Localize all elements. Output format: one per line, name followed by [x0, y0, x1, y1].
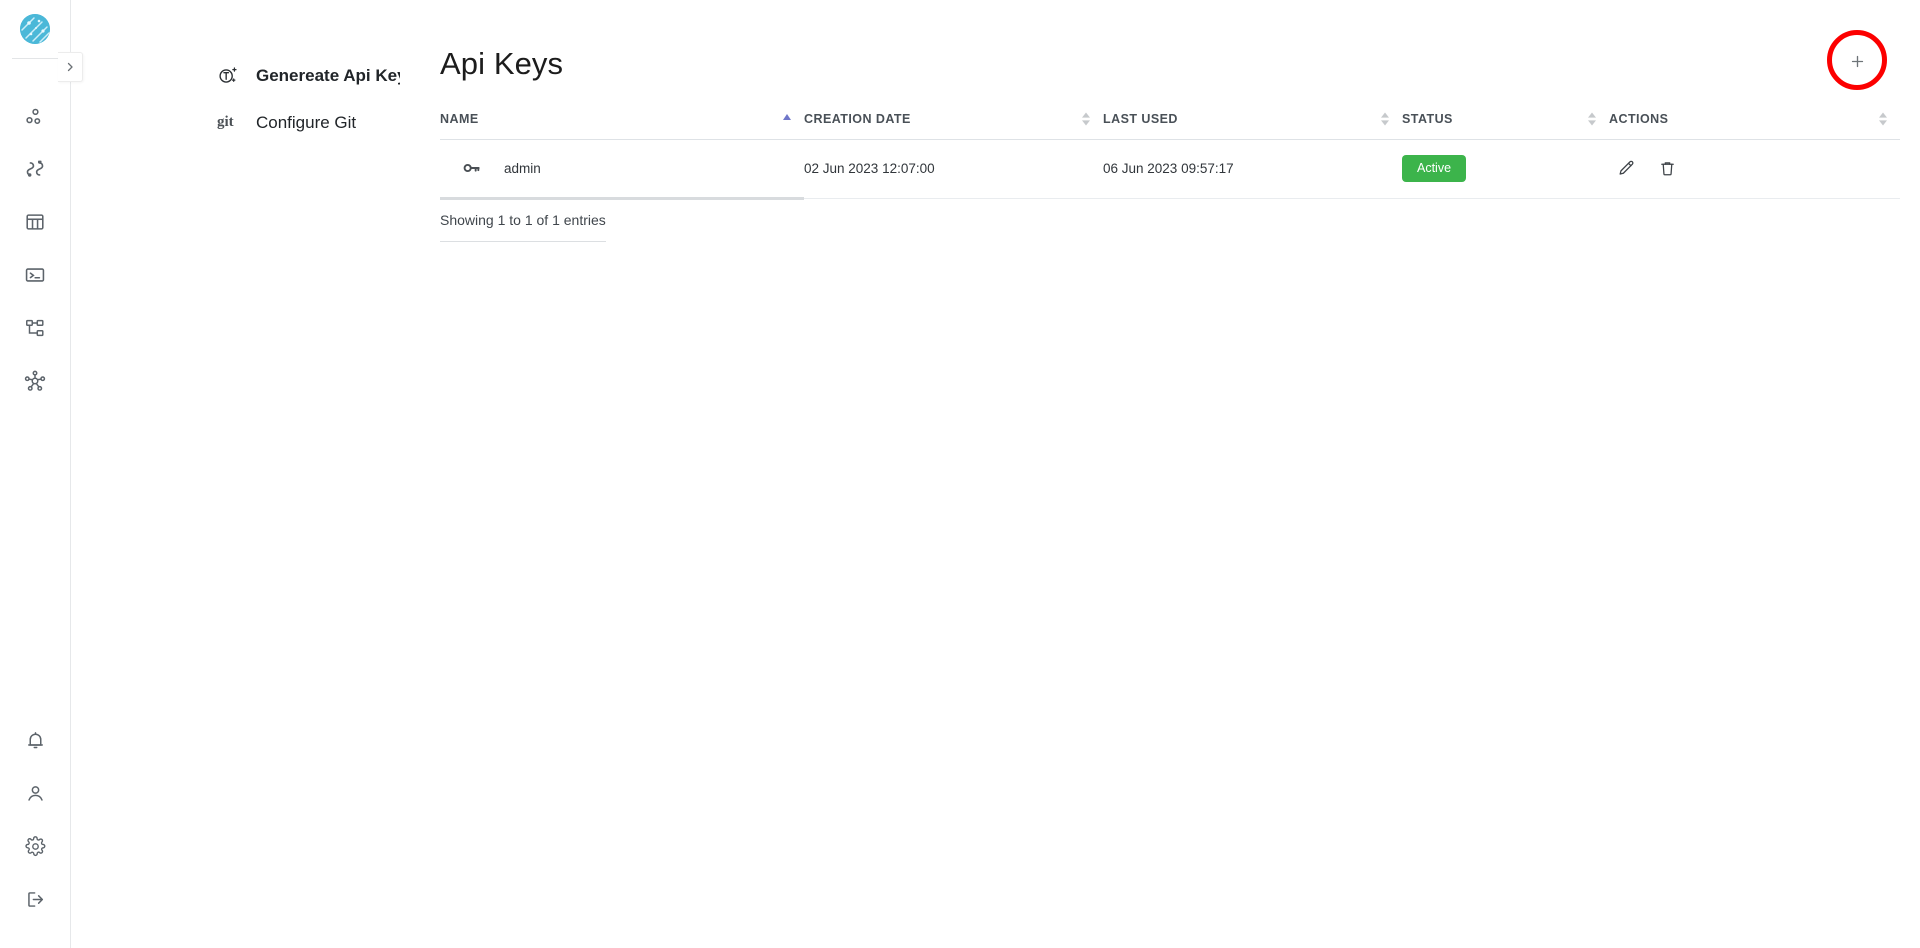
expand-sidebar-button[interactable]	[58, 52, 83, 82]
settings-icon[interactable]	[9, 820, 61, 873]
sort-indicator-none[interactable]	[1587, 112, 1597, 126]
pipelines-icon[interactable]	[9, 89, 61, 142]
column-label: Last Used	[1103, 112, 1178, 126]
table-header-row: Name Creation Date	[440, 112, 1900, 140]
icon-rail	[0, 0, 83, 948]
profile-icon[interactable]	[9, 767, 61, 820]
page-title: Api Keys	[440, 46, 564, 81]
column-header-last-used[interactable]: Last Used	[1103, 112, 1402, 140]
column-header-status[interactable]: Status	[1402, 112, 1609, 140]
column-header-name[interactable]: Name	[440, 112, 804, 140]
sidebar-item-label: Genereate Api Key	[256, 65, 407, 85]
status-badge: Active	[1402, 155, 1467, 182]
sidebar-item-configure-git[interactable]: git Configure Git	[71, 99, 400, 146]
add-api-key-button[interactable]	[1842, 46, 1872, 76]
key-icon	[462, 158, 482, 178]
rail-bottom-group	[9, 714, 61, 926]
api-keys-table: Name Creation Date	[440, 112, 1900, 200]
table-footer-info: Showing 1 to 1 of 1 entries	[440, 212, 606, 242]
api-keys-table-container: Name Creation Date	[440, 112, 1900, 242]
sort-indicator-none[interactable]	[1878, 112, 1888, 126]
column-label: Status	[1402, 112, 1453, 126]
generate-key-icon	[217, 65, 243, 87]
network-icon[interactable]	[9, 354, 61, 407]
column-header-actions[interactable]: Actions	[1609, 112, 1900, 140]
column-label: Name	[440, 112, 479, 126]
sitemap-icon[interactable]	[9, 301, 61, 354]
edit-icon[interactable]	[1617, 159, 1636, 178]
app-logo[interactable]	[0, 0, 70, 58]
circuit-globe-logo	[20, 14, 50, 44]
rail-top-group	[9, 89, 61, 407]
cell-creation-date: 02 Jun 2023 12:07:00	[804, 139, 1103, 199]
sidebar-item-label: Configure Git	[256, 112, 357, 132]
tables-icon[interactable]	[9, 195, 61, 248]
cell-last-used: 06 Jun 2023 09:57:17	[1103, 139, 1402, 199]
connections-icon[interactable]	[9, 142, 61, 195]
git-icon: git	[217, 114, 243, 131]
column-header-creation-date[interactable]: Creation Date	[804, 112, 1103, 140]
cell-name: admin	[440, 139, 804, 200]
delete-icon[interactable]	[1658, 159, 1677, 178]
api-key-name: admin	[504, 160, 541, 176]
column-label: Creation Date	[804, 112, 911, 126]
sidebar-item-generate-api-key[interactable]: Genereate Api Key	[71, 52, 407, 99]
table-body: admin 02 Jun 2023 12:07:00 06 Jun 2023 0…	[440, 139, 1900, 200]
git-icon-text: git	[217, 114, 234, 130]
table-row[interactable]: admin 02 Jun 2023 12:07:00 06 Jun 2023 0…	[440, 139, 1900, 200]
rail-divider	[12, 58, 58, 59]
sort-indicator-none[interactable]	[1081, 112, 1091, 126]
cell-actions	[1609, 139, 1900, 199]
cell-status: Active	[1402, 139, 1609, 199]
logout-icon[interactable]	[9, 873, 61, 926]
main-content: Api Keys Name	[400, 0, 1920, 948]
sort-indicator-asc[interactable]	[782, 112, 792, 126]
table-header: Name Creation Date	[440, 112, 1900, 140]
terminal-icon[interactable]	[9, 248, 61, 301]
notifications-icon[interactable]	[9, 714, 61, 767]
column-label: Actions	[1609, 112, 1669, 126]
secondary-nav: Genereate Api Key git Configure Git	[71, 0, 470, 948]
sort-indicator-none[interactable]	[1380, 112, 1390, 126]
app-root: Genereate Api Key git Configure Git Api …	[0, 0, 1920, 948]
